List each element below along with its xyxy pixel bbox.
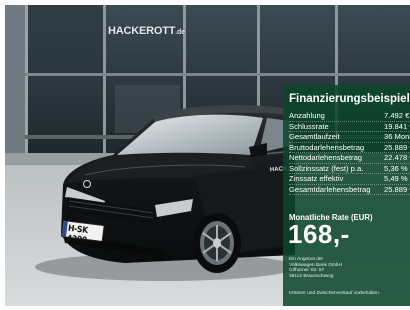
- financing-row-label: Anzahlung: [289, 111, 325, 120]
- financing-row-value: 5,36 %: [384, 163, 408, 173]
- panel-title: Finanzierungsbeispiel: [289, 93, 410, 105]
- license-plate-text: H-SK 4300: [66, 223, 89, 247]
- dealer-sign: HACKEROTT.de: [108, 25, 185, 37]
- row-divider: [289, 194, 410, 195]
- financing-row-value: 36 Monate: [384, 132, 410, 141]
- monthly-rate-value: 168,-: [288, 219, 350, 249]
- car-emblem-icon: [83, 180, 91, 188]
- financing-row-label: Zinssatz effektiv: [289, 174, 344, 183]
- financing-panel: Finanzierungsbeispiel Anzahlung 7.492 € Sc…: [283, 85, 410, 306]
- financing-row-value: 25.889 €: [384, 142, 410, 152]
- offer-line: 38112 Braunschweig: [289, 273, 334, 279]
- financing-row: Gesamtlaufzeit 36 Monate: [289, 132, 410, 142]
- financing-row-label: Bruttodarlehensbetrag: [289, 142, 365, 152]
- financing-row-value: 19.841 €: [384, 121, 410, 131]
- financing-row: Gesamtdarlehensbetrag 25.889 €: [289, 185, 410, 195]
- financing-row: Schlussrate 19.841 €: [289, 122, 410, 132]
- financing-row: Bruttodarlehensbetrag 25.889 €: [289, 143, 410, 153]
- financing-row: Anzahlung 7.492 €: [289, 111, 410, 121]
- financing-row: Sollzinssatz (fest) p.a. 5,36 %: [289, 164, 410, 174]
- financing-row: Zinssatz effektiv 5,49 %: [289, 174, 410, 184]
- vehicle-photo: HACKEROTT.de H-SK 4300 HACK Finanzierung…: [5, 5, 410, 306]
- financing-row-label: Nettodarlehensbetrag: [289, 153, 363, 162]
- financing-row: Nettodarlehensbetrag 22.478 €: [289, 153, 410, 163]
- financing-row-value: 25.889 €: [384, 184, 410, 194]
- financing-row-label: Gesamtdarlehensbetrag: [289, 184, 371, 194]
- financing-row-label: Schlussrate: [289, 121, 329, 131]
- building-frame: [5, 5, 25, 155]
- financing-row-value: 5,49 %: [384, 174, 408, 183]
- financing-row-value: 7.492 €: [384, 111, 410, 120]
- door-lettering: HACK: [269, 166, 288, 174]
- disclaimer-footnote: Irrtümer und Zwischenverkauf vorbehalten…: [289, 291, 381, 296]
- financing-row-label: Sollzinssatz (fest) p.a.: [289, 163, 364, 173]
- financing-row-label: Gesamtlaufzeit: [289, 132, 340, 141]
- financing-row-value: 22.478 €: [384, 153, 410, 162]
